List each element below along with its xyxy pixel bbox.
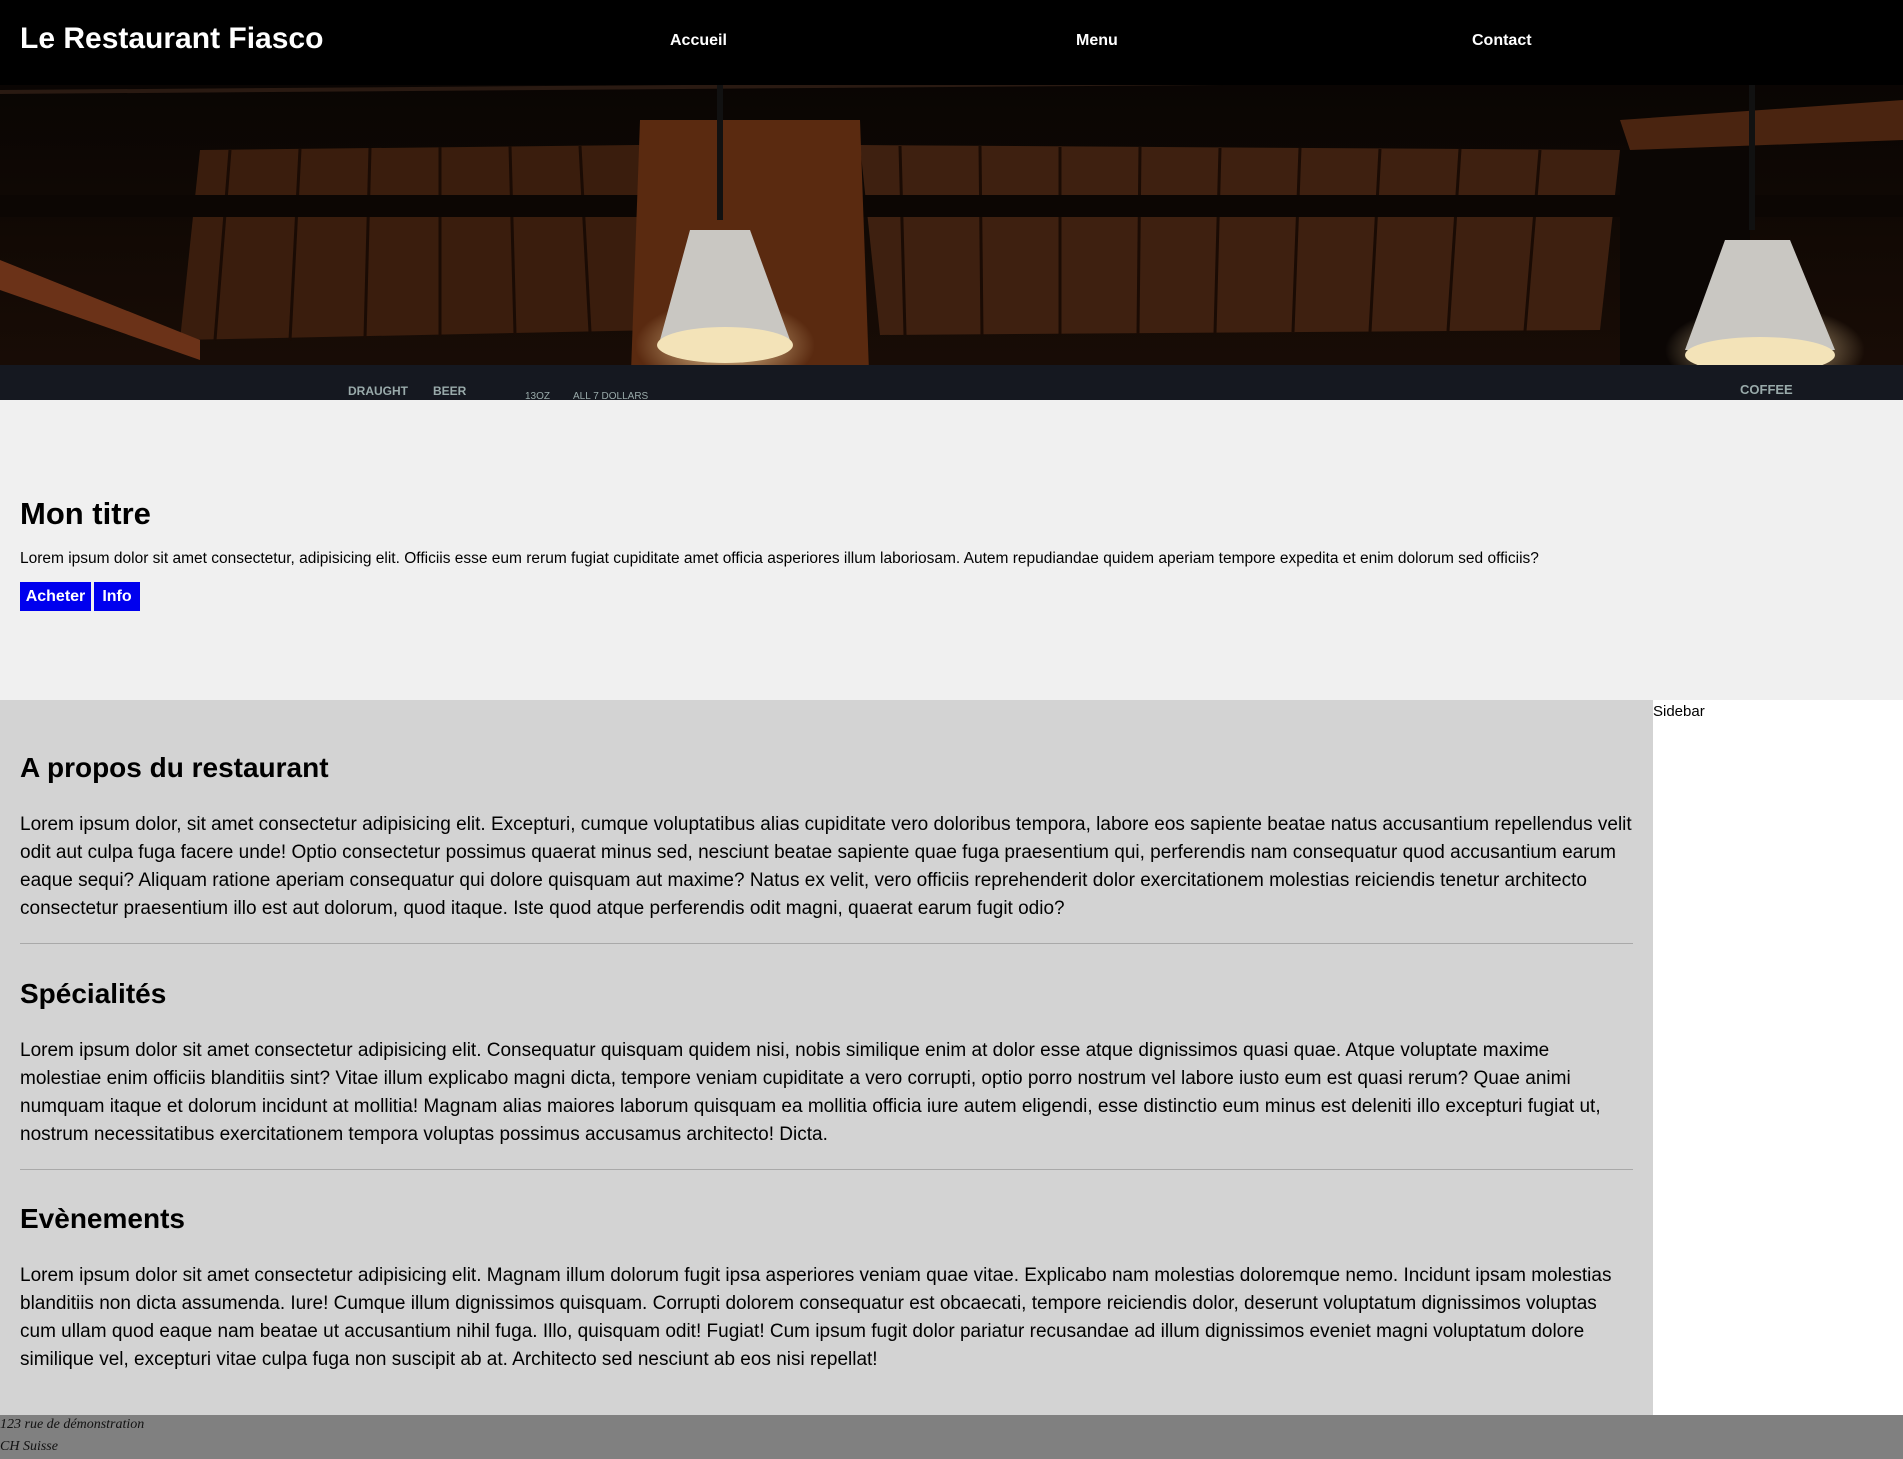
top-navbar: Le Restaurant Fiasco Accueil Menu Contac… [0, 0, 1903, 85]
hero-banner: DRAUGHT BEER 13OZ ALL 7 DOLLARS COFFEE L… [0, 0, 1903, 400]
intro-section: Mon titre Lorem ipsum dolor sit amet con… [0, 400, 1903, 700]
hero-sign-price: ALL 7 DOLLARS [573, 391, 649, 400]
buy-button[interactable]: Acheter [20, 582, 91, 611]
hero-sign-size: 13OZ [525, 391, 550, 400]
intro-title: Mon titre [20, 496, 151, 531]
hero-sign-coffee: COFFEE [1740, 382, 1793, 397]
section-title-specialites: Spécialités [20, 978, 167, 1009]
nav-accueil[interactable]: Accueil [670, 32, 727, 50]
hero-sign-beer: BEER [433, 384, 467, 398]
footer: 123 rue de démonstration CH Suisse [0, 1415, 1903, 1459]
section-text-evenements: Lorem ipsum dolor sit amet consectetur a… [20, 1265, 1612, 1370]
section-text-specialites: Lorem ipsum dolor sit amet consectetur a… [20, 1040, 1601, 1145]
section-text-about: Lorem ipsum dolor, sit amet consectetur … [20, 814, 1632, 919]
intro-text: Lorem ipsum dolor sit amet consectetur, … [20, 550, 1539, 567]
brand-logo[interactable]: Le Restaurant Fiasco [20, 22, 323, 56]
sidebar-label: Sidebar [1653, 703, 1705, 720]
section-divider [20, 1169, 1633, 1170]
footer-address-street: 123 rue de démonstration [0, 1417, 145, 1432]
nav-contact[interactable]: Contact [1472, 32, 1532, 50]
footer-address-country: CH Suisse [0, 1439, 58, 1454]
section-divider [20, 943, 1633, 944]
nav-menu[interactable]: Menu [1076, 32, 1118, 50]
hero-sign-draught: DRAUGHT [348, 384, 409, 398]
sidebar: Sidebar [1653, 700, 1903, 1415]
info-button[interactable]: Info [94, 582, 140, 611]
section-title-about: A propos du restaurant [20, 752, 329, 783]
section-title-evenements: Evènements [20, 1203, 185, 1234]
main-content: A propos du restaurant Lorem ipsum dolor… [0, 700, 1653, 1415]
